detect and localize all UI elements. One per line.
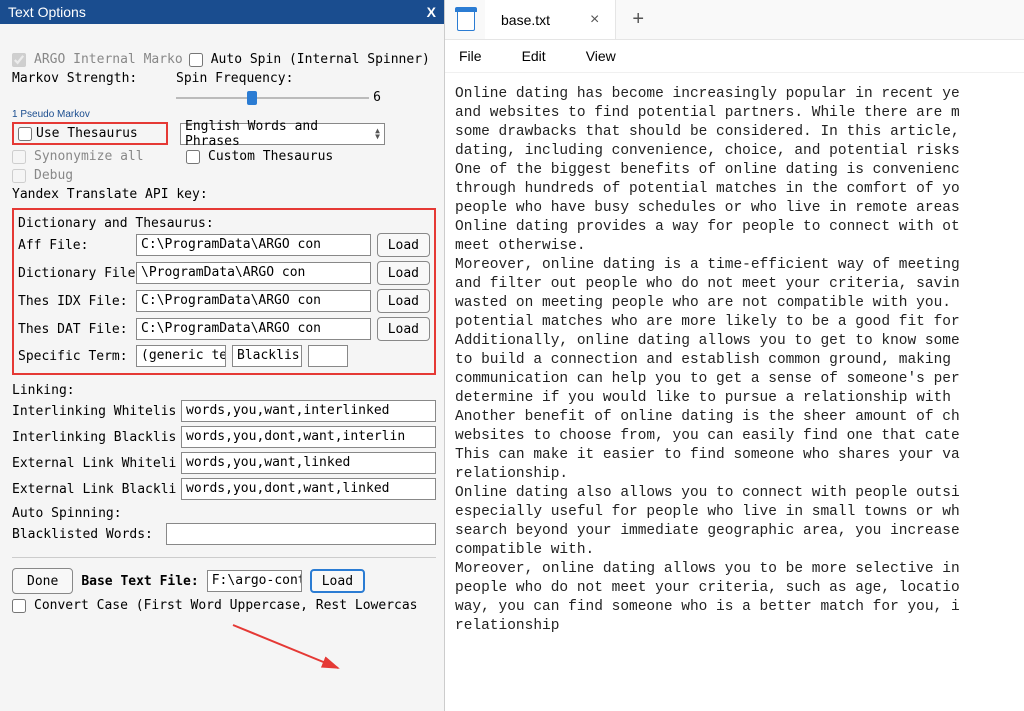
- spin-frequency-slider[interactable]: 6: [176, 90, 381, 105]
- external-whitelist-input[interactable]: words,you,want,linked: [181, 452, 436, 474]
- close-icon[interactable]: X: [427, 4, 436, 20]
- custom-thesaurus-checkbox[interactable]: [186, 150, 200, 164]
- synonymize-all-checkbox[interactable]: [12, 150, 26, 164]
- menu-edit[interactable]: Edit: [522, 48, 546, 64]
- yandex-label: Yandex Translate API key:: [12, 187, 436, 202]
- argo-internal-markov-checkbox[interactable]: [12, 53, 26, 67]
- interlink-whitelist-input[interactable]: words,you,want,interlinked: [181, 400, 436, 422]
- thes-dat-file-load-button[interactable]: Load: [377, 317, 430, 341]
- external-blacklist-input[interactable]: words,you,dont,want,linked: [181, 478, 436, 500]
- dict-section-label: Dictionary and Thesaurus:: [18, 216, 430, 231]
- markov-strength-label: Markov Strength:: [12, 71, 172, 86]
- external-blacklist-label: External Link Blackli: [12, 482, 177, 497]
- annotation-arrow-icon: [228, 620, 358, 680]
- specific-term-input-3[interactable]: [308, 345, 348, 367]
- thes-idx-file-input[interactable]: C:\ProgramData\ARGO con: [136, 290, 371, 312]
- text-options-dialog: Text Options X ARGO Internal Marko Auto …: [0, 0, 445, 711]
- aff-file-input[interactable]: C:\ProgramData\ARGO con: [136, 234, 371, 256]
- spinner-icon: ▲▼: [375, 128, 380, 140]
- spin-frequency-label: Spin Frequency:: [176, 71, 293, 86]
- interlink-whitelist-label: Interlinking Whitelis: [12, 404, 177, 419]
- notepad-tab-title: base.txt: [501, 12, 550, 28]
- menu-file[interactable]: File: [459, 48, 482, 64]
- aff-file-label: Aff File:: [18, 238, 130, 253]
- synonymize-all-label: Synonymize all: [34, 149, 166, 164]
- new-tab-button[interactable]: +: [616, 8, 660, 31]
- custom-thesaurus-label: Custom Thesaurus: [208, 149, 333, 164]
- thes-dat-file-label: Thes DAT File:: [18, 322, 130, 337]
- done-button[interactable]: Done: [12, 568, 73, 594]
- auto-spin-checkbox[interactable]: [189, 53, 203, 67]
- linking-label: Linking:: [12, 383, 436, 398]
- thes-dat-file-input[interactable]: C:\ProgramData\ARGO con: [136, 318, 371, 340]
- notepad-app-icon: [455, 7, 477, 33]
- notepad-tab[interactable]: base.txt ×: [485, 0, 616, 39]
- notepad-body[interactable]: Online dating has become increasingly po…: [445, 73, 1024, 636]
- convert-case-label: Convert Case (First Word Uppercase, Rest…: [34, 598, 418, 613]
- debug-checkbox[interactable]: [12, 169, 26, 183]
- argo-internal-markov-label: ARGO Internal Marko: [34, 52, 183, 67]
- auto-spinning-label: Auto Spinning:: [12, 506, 436, 521]
- base-text-file-input[interactable]: F:\argo-cont: [207, 570, 302, 592]
- external-whitelist-label: External Link Whiteli: [12, 456, 177, 471]
- specific-term-input-1[interactable]: (generic ter: [136, 345, 226, 367]
- notepad-tabbar: base.txt × +: [445, 0, 1024, 40]
- use-thesaurus-label: Use Thesaurus: [36, 126, 138, 141]
- interlink-blacklist-label: Interlinking Blacklis: [12, 430, 177, 445]
- convert-case-checkbox[interactable]: [12, 599, 26, 613]
- use-thesaurus-checkbox[interactable]: [18, 127, 32, 141]
- interlink-blacklist-input[interactable]: words,you,dont,want,interlin: [181, 426, 436, 448]
- thesaurus-select-value: English Words and Phrases: [185, 119, 375, 149]
- notepad-menubar: File Edit View: [445, 40, 1024, 73]
- dictionary-thesaurus-section: Dictionary and Thesaurus: Aff File: C:\P…: [12, 208, 436, 375]
- base-text-file-label: Base Text File:: [81, 574, 198, 589]
- dictionary-file-load-button[interactable]: Load: [377, 261, 430, 285]
- menu-view[interactable]: View: [586, 48, 616, 64]
- auto-spin-label: Auto Spin (Internal Spinner): [211, 52, 430, 67]
- thes-idx-file-label: Thes IDX File:: [18, 294, 130, 309]
- spin-frequency-value: 6: [373, 90, 381, 105]
- specific-term-input-2[interactable]: Blacklis: [232, 345, 302, 367]
- blacklisted-words-input[interactable]: [166, 523, 436, 545]
- thes-idx-file-load-button[interactable]: Load: [377, 289, 430, 313]
- dialog-title: Text Options: [8, 4, 86, 20]
- debug-label: Debug: [34, 168, 73, 183]
- blacklisted-words-label: Blacklisted Words:: [12, 527, 162, 542]
- notepad-window: base.txt × + File Edit View Online datin…: [445, 0, 1024, 711]
- specific-term-label: Specific Term:: [18, 349, 130, 364]
- base-text-file-load-button[interactable]: Load: [310, 569, 365, 593]
- dialog-titlebar: Text Options X: [0, 0, 444, 24]
- tab-close-icon[interactable]: ×: [590, 11, 599, 29]
- thesaurus-select[interactable]: English Words and Phrases ▲▼: [180, 123, 385, 145]
- dictionary-file-input[interactable]: \ProgramData\ARGO con: [136, 262, 371, 284]
- dictionary-file-label: Dictionary File:: [18, 266, 130, 281]
- aff-file-load-button[interactable]: Load: [377, 233, 430, 257]
